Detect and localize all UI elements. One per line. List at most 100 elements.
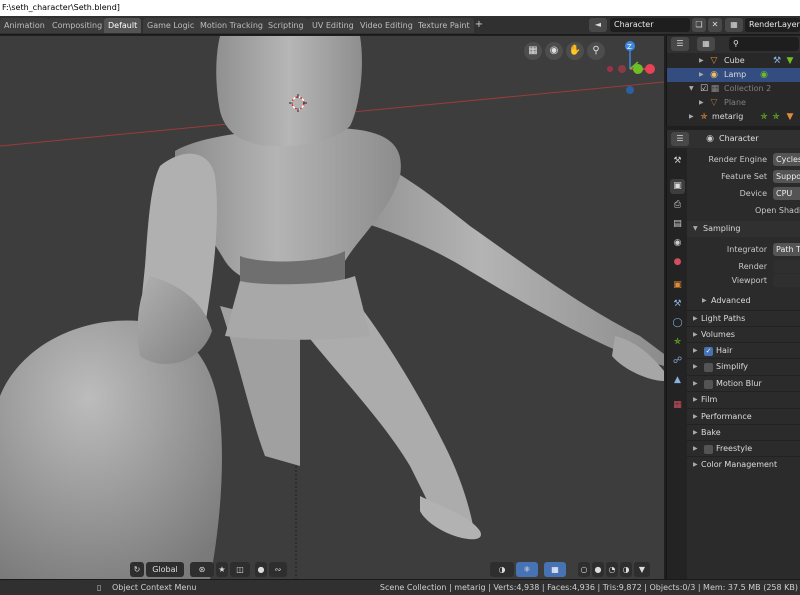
sampling-panel-header[interactable]: ▼ Sampling bbox=[687, 221, 800, 237]
performance-panel[interactable]: ▶ Performance bbox=[687, 408, 800, 424]
simplify-checkbox[interactable] bbox=[704, 363, 713, 372]
proportional-edit-icon[interactable]: ● bbox=[255, 562, 267, 577]
outliner-item-lamp[interactable]: ▶ ◉ Lamp ◉ bbox=[667, 68, 800, 82]
outliner-item-plane[interactable]: ▶ ▽ Plane bbox=[667, 96, 800, 110]
integrator-select[interactable]: Path Tracing bbox=[773, 243, 800, 256]
modifier-icon[interactable]: ⚒ bbox=[772, 56, 782, 66]
feature-set-select[interactable]: Supported bbox=[773, 170, 800, 183]
scene-name-field[interactable]: Character bbox=[610, 18, 690, 32]
tab-uv-editing[interactable]: UV Editing bbox=[308, 18, 358, 33]
scene-delete-icon[interactable]: ✕ bbox=[708, 18, 722, 32]
output-tab-icon[interactable]: ⎙ bbox=[670, 198, 685, 213]
expand-icon[interactable]: ▶ bbox=[699, 96, 704, 110]
vertex-group-icon[interactable]: ▼ bbox=[785, 112, 795, 122]
expand-icon[interactable]: ▶ bbox=[699, 68, 704, 82]
tab-game-logic[interactable]: Game Logic bbox=[143, 18, 199, 33]
expand-icon: ▶ bbox=[693, 396, 698, 403]
3d-viewport[interactable]: Z ▦ ◉ ✋ ⚲ ↻ Global ⊛ ★ ◫ ● ∾ ◑ ⚛ ▦ ○ ● ◔… bbox=[0, 36, 664, 579]
world-tab-icon[interactable]: ● bbox=[670, 255, 685, 270]
physics-tab-icon[interactable]: ✯ bbox=[670, 335, 685, 350]
pose-icon[interactable]: ✯ bbox=[771, 112, 781, 122]
add-workspace-button[interactable]: + bbox=[473, 18, 485, 32]
simplify-panel[interactable]: ▶ Simplify bbox=[687, 358, 800, 374]
tab-default[interactable]: Default bbox=[104, 18, 142, 33]
show-gizmo-icon[interactable]: ◑ bbox=[490, 562, 514, 577]
texture-tab-icon[interactable]: ▦ bbox=[670, 398, 685, 413]
xray-toggle-icon[interactable]: ▦ bbox=[544, 562, 566, 577]
tab-motion-tracking[interactable]: Motion Tracking bbox=[196, 18, 267, 33]
light-data-icon[interactable]: ◉ bbox=[759, 70, 769, 80]
particles-tab-icon[interactable]: ◯ bbox=[670, 316, 685, 331]
pivot-point-icon[interactable]: ⊛ bbox=[190, 562, 214, 577]
scene-duplicate-icon[interactable]: ❏ bbox=[692, 18, 706, 32]
outliner-item-collection-2[interactable]: ▼ ☑ ▦ Collection 2 bbox=[667, 82, 800, 96]
gizmo-x-axis[interactable] bbox=[645, 64, 655, 74]
render-engine-select[interactable]: Cycles bbox=[773, 153, 800, 166]
tab-texture-paint[interactable]: Texture Paint bbox=[414, 18, 474, 33]
transform-orientation-icon[interactable]: ↻ bbox=[130, 562, 144, 577]
freestyle-checkbox[interactable] bbox=[704, 445, 713, 454]
editor-type-icon[interactable]: ☰ bbox=[671, 37, 689, 51]
wireframe-shading-icon[interactable]: ○ bbox=[578, 562, 590, 577]
shading-options-icon[interactable]: ▼ bbox=[634, 562, 650, 577]
viewport-scene[interactable]: Z bbox=[0, 36, 664, 579]
motion-blur-panel[interactable]: ▶ Motion Blur bbox=[687, 375, 800, 391]
pan-hand-icon[interactable]: ✋ bbox=[566, 42, 584, 60]
view-layer-browse-icon[interactable]: ▦ bbox=[725, 18, 743, 32]
outliner-item-metarig[interactable]: ▶ ✯ metarig ✯ ✯ ▼ bbox=[667, 110, 800, 124]
light-paths-panel[interactable]: ▶ Light Paths bbox=[687, 310, 800, 326]
freestyle-panel[interactable]: ▶ Freestyle bbox=[687, 440, 800, 456]
display-mode-icon[interactable]: ▦ bbox=[697, 37, 715, 51]
mesh-data-icon[interactable]: ▼ bbox=[785, 56, 795, 66]
proportional-falloff-icon[interactable]: ∾ bbox=[269, 562, 287, 577]
tab-scripting[interactable]: Scripting bbox=[264, 18, 308, 33]
tab-compositing[interactable]: Compositing bbox=[48, 18, 107, 33]
motion-blur-checkbox[interactable] bbox=[704, 380, 713, 389]
volumes-panel[interactable]: ▶ Volumes bbox=[687, 326, 800, 342]
zoom-icon[interactable]: ⚲ bbox=[587, 42, 605, 60]
armature-data-icon[interactable]: ✯ bbox=[759, 112, 769, 122]
scene-tab-icon[interactable]: ◉ bbox=[670, 236, 685, 251]
snap-toggle-icon[interactable]: ★ bbox=[216, 562, 228, 577]
tab-animation[interactable]: Animation bbox=[0, 18, 49, 33]
bake-panel[interactable]: ▶ Bake bbox=[687, 424, 800, 440]
camera-icon[interactable]: ◉ bbox=[545, 42, 563, 60]
modifier-tab-icon[interactable]: ⚒ bbox=[670, 297, 685, 312]
open-shading-row[interactable]: Open Shading Language bbox=[687, 203, 800, 218]
outliner-item-cube[interactable]: ▶ ▽ Cube ⚒ ▼ bbox=[667, 54, 800, 68]
device-select[interactable]: CPU bbox=[773, 187, 800, 200]
view-layer-tab-icon[interactable]: ▤ bbox=[670, 217, 685, 232]
solid-shading-icon[interactable]: ● bbox=[592, 562, 604, 577]
rendered-shading-icon[interactable]: ◑ bbox=[620, 562, 632, 577]
tool-tab-icon[interactable]: ⚒ bbox=[670, 154, 685, 169]
viewport-samples-field[interactable] bbox=[773, 274, 800, 287]
snap-target-icon[interactable]: ◫ bbox=[230, 562, 250, 577]
view-layer-name-field[interactable]: RenderLayer bbox=[745, 18, 800, 32]
expand-icon[interactable]: ▶ bbox=[689, 110, 694, 124]
object-data-tab-icon[interactable]: ▲ bbox=[670, 373, 685, 388]
toggle-camera-view-icon[interactable]: ▦ bbox=[524, 42, 542, 60]
gizmo-neg-z-axis[interactable] bbox=[626, 86, 634, 94]
expand-icon[interactable]: ▶ bbox=[699, 54, 704, 68]
tab-video-editing[interactable]: Video Editing bbox=[356, 18, 417, 33]
outliner-search-input[interactable]: ⚲ bbox=[729, 37, 799, 51]
hair-checkbox[interactable]: ✓ bbox=[704, 347, 713, 356]
show-overlays-icon[interactable]: ⚛ bbox=[516, 562, 538, 577]
film-panel[interactable]: ▶ Film bbox=[687, 391, 800, 407]
gizmo-neg-x-axis[interactable] bbox=[618, 65, 626, 73]
advanced-subpanel-header[interactable]: ▶ Advanced bbox=[687, 293, 800, 309]
editor-type-icon[interactable]: ☰ bbox=[671, 132, 689, 146]
scene-browse-icon[interactable]: ◄ bbox=[589, 18, 607, 32]
gizmo-neg-y-axis[interactable] bbox=[607, 66, 613, 72]
gizmo-y-axis[interactable] bbox=[633, 64, 643, 74]
color-management-panel[interactable]: ▶ Color Management bbox=[687, 456, 800, 472]
constraints-tab-icon[interactable]: ☍ bbox=[670, 354, 685, 369]
exclude-checkbox-icon[interactable]: ☑ bbox=[699, 84, 709, 94]
object-tab-icon[interactable]: ▣ bbox=[670, 278, 685, 293]
render-samples-field[interactable] bbox=[773, 260, 800, 273]
transform-orientation-select[interactable]: Global bbox=[146, 562, 184, 577]
hair-panel[interactable]: ▶ ✓ Hair bbox=[687, 342, 800, 358]
material-shading-icon[interactable]: ◔ bbox=[606, 562, 618, 577]
expand-icon[interactable]: ▼ bbox=[689, 82, 694, 96]
render-tab-icon[interactable]: ▣ bbox=[670, 179, 685, 194]
